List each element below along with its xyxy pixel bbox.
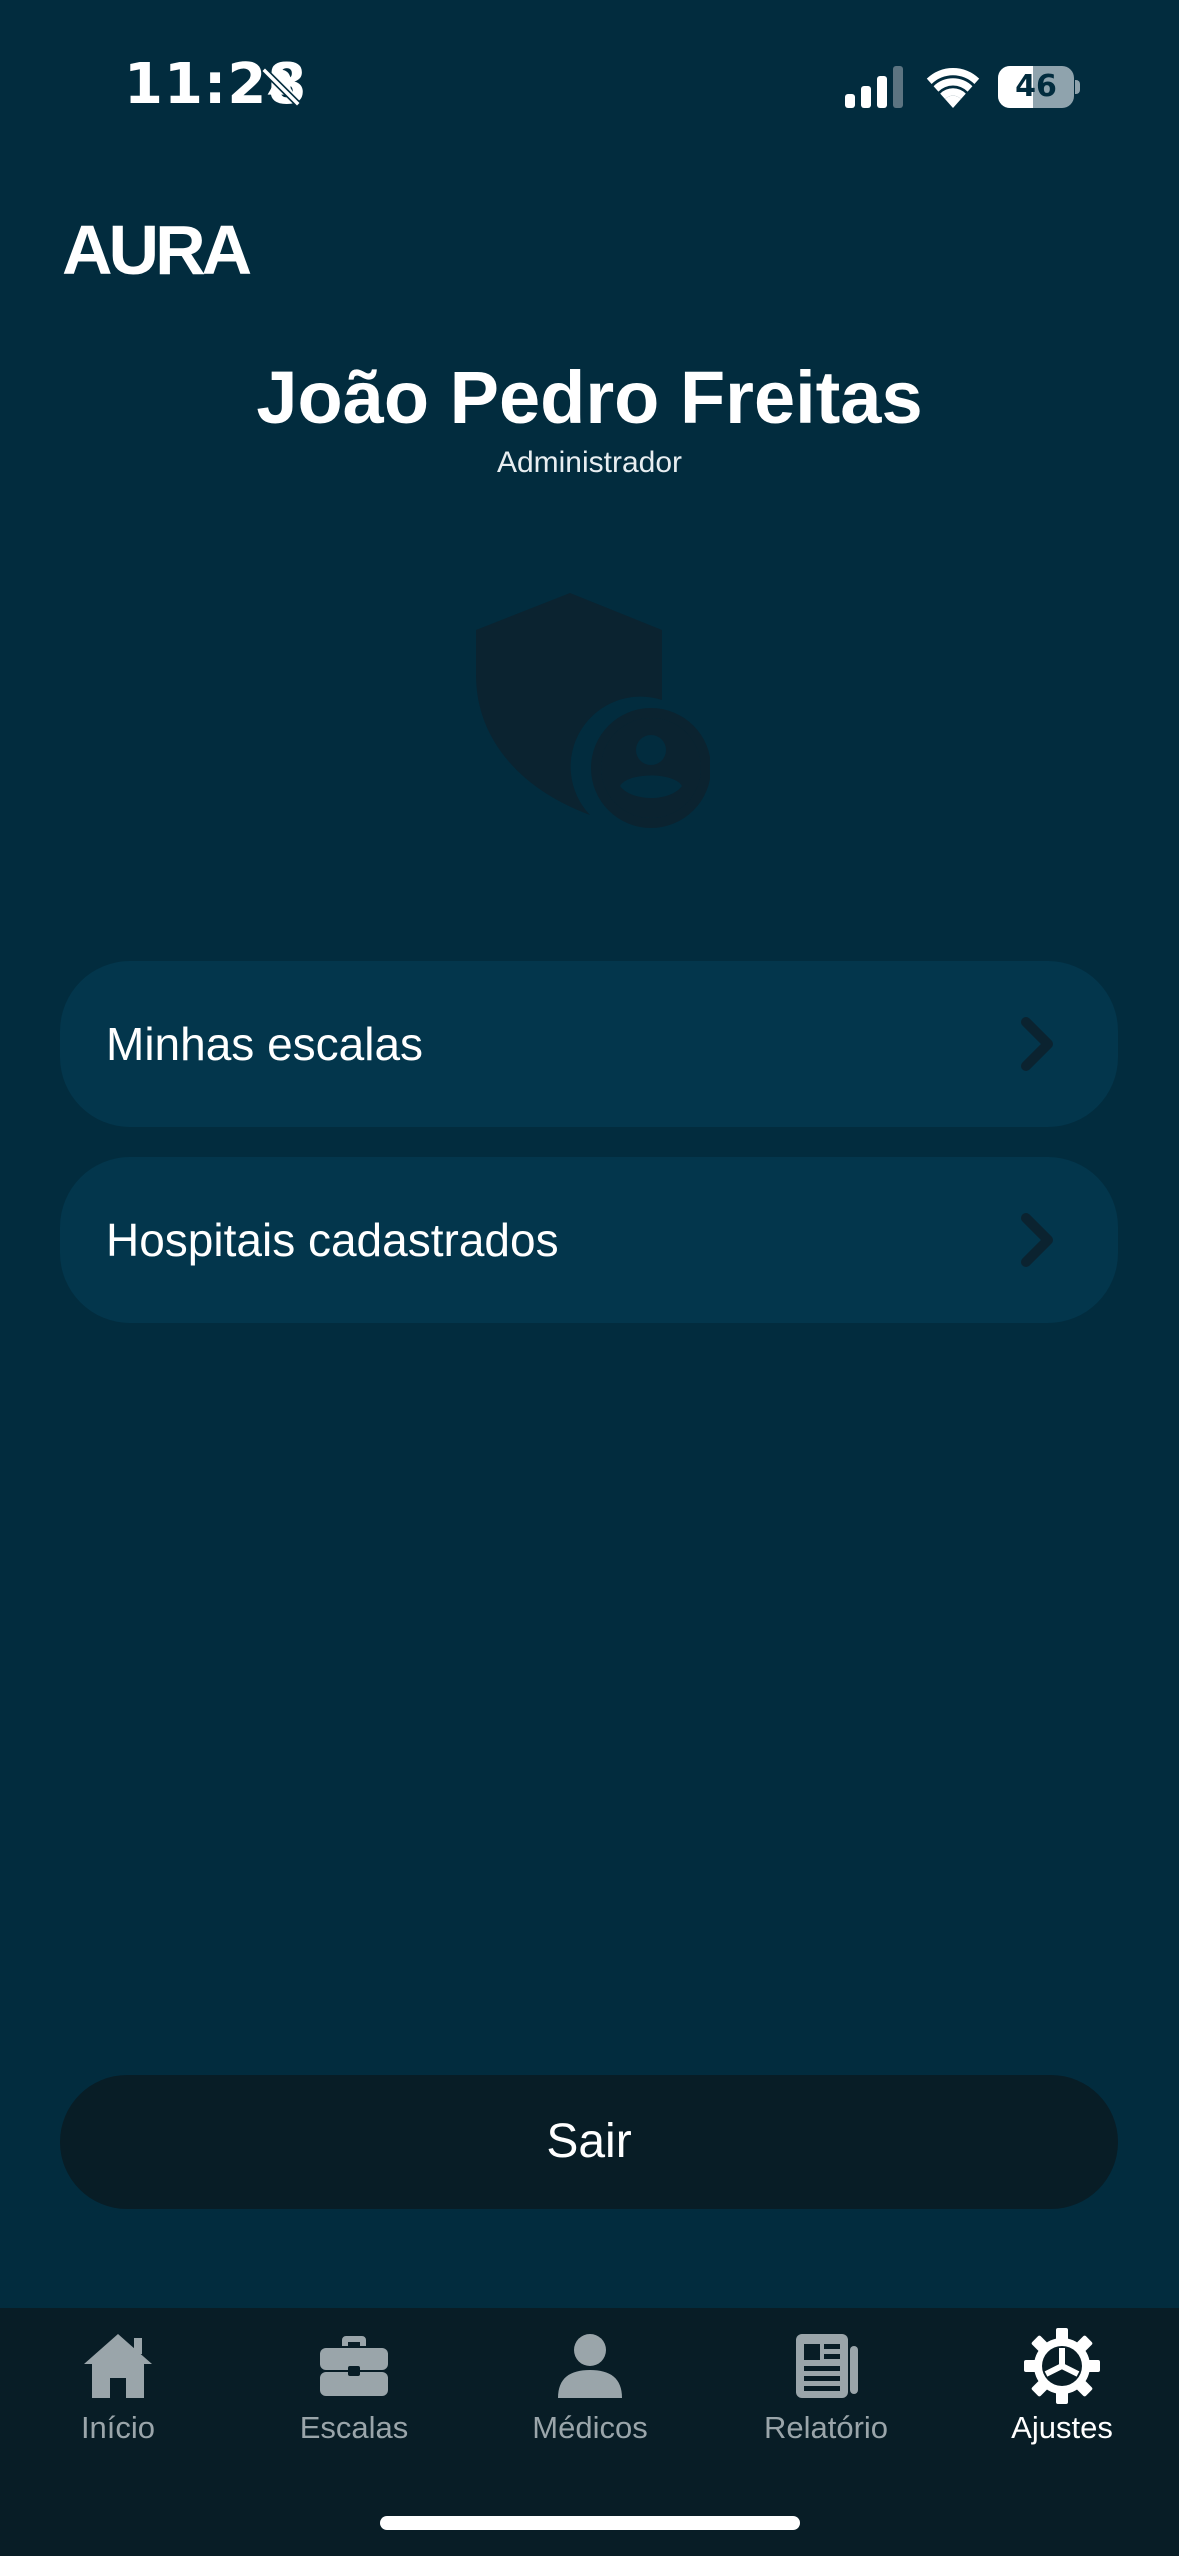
tab-inicio[interactable]: Início xyxy=(0,2326,236,2476)
tab-relatorio[interactable]: Relatório xyxy=(708,2326,944,2476)
home-indicator[interactable] xyxy=(380,2516,800,2530)
menu-item-hospitais-cadastrados[interactable]: Hospitais cadastrados xyxy=(60,1157,1118,1323)
menu-item-label: Hospitais cadastrados xyxy=(106,1214,559,1266)
menu-item-minhas-escalas[interactable]: Minhas escalas xyxy=(60,961,1118,1127)
menu-item-label: Minhas escalas xyxy=(106,1018,424,1070)
admin-shield-icon xyxy=(476,593,710,828)
newspaper-icon xyxy=(796,2334,858,2398)
bell-muted-icon xyxy=(261,67,301,107)
tab-label: Relatório xyxy=(763,2410,889,2445)
logout-button[interactable]: Sair xyxy=(60,2075,1118,2209)
cellular-signal-icon xyxy=(845,66,903,108)
tab-medicos[interactable]: Médicos xyxy=(472,2326,708,2476)
wifi-icon xyxy=(926,67,980,108)
chevron-right-icon xyxy=(1021,1213,1053,1267)
profile-role: Administrador xyxy=(496,446,683,479)
person-icon xyxy=(558,2334,622,2398)
tab-escalas[interactable]: Escalas xyxy=(236,2326,472,2476)
tab-label: Médicos xyxy=(532,2410,648,2445)
chevron-right-icon xyxy=(1021,1017,1053,1071)
tab-label: Ajustes xyxy=(1011,2410,1113,2445)
tab-label: Escalas xyxy=(299,2410,409,2445)
gear-icon xyxy=(1024,2328,1100,2404)
battery-indicator: 46 xyxy=(998,66,1080,108)
briefcase-icon xyxy=(320,2336,388,2396)
app-logo: AURA xyxy=(62,211,252,289)
home-icon xyxy=(84,2334,152,2398)
tab-label: Início xyxy=(80,2410,156,2445)
battery-level: 46 xyxy=(1015,69,1057,104)
status-bar: 11:28 46 xyxy=(0,0,1179,170)
profile-name: João Pedro Freitas xyxy=(256,356,923,439)
tab-ajustes[interactable]: Ajustes xyxy=(944,2326,1179,2476)
